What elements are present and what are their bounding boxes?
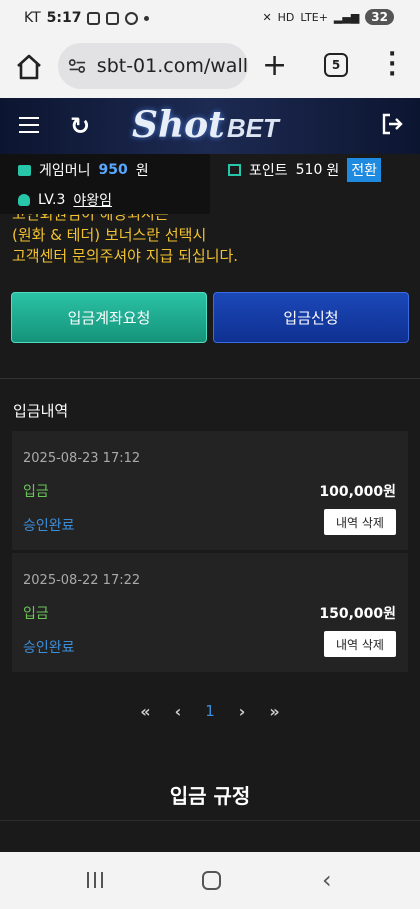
record-type: 입금 <box>23 484 49 500</box>
history-record: 2025-08-23 17:12 입금 100,000원 승인완료 내역 삭제 <box>12 431 408 551</box>
user-nickname[interactable]: 야왕임 <box>73 190 112 210</box>
current-page[interactable]: 1 <box>205 702 215 720</box>
gift-icon <box>228 164 241 176</box>
game-money-value: 950 <box>98 162 128 178</box>
request-account-button[interactable]: 입금계좌요청 <box>11 292 207 343</box>
wallet-icon <box>18 164 31 176</box>
deposit-actions: 입금계좌요청 입금신청 <box>0 290 420 345</box>
notice-line: 고인회원님이 해당되시는 <box>12 214 169 223</box>
record-status: 승인완료 <box>23 518 75 534</box>
status-bar: KT 5:17 ✕ HD LTE+ ▂▄▆ 32 <box>0 0 420 38</box>
user-level: LV.3 <box>38 192 66 208</box>
url-field[interactable]: sbt-01.com/wall <box>58 43 248 89</box>
site-header: ↻ Shot BET <box>0 98 420 154</box>
history-record: 2025-08-22 17:22 입금 150,000원 승인완료 내역 삭제 <box>12 553 408 673</box>
record-amount: 100,000원 <box>319 484 396 500</box>
message-icon <box>125 11 139 25</box>
request-deposit-button[interactable]: 입금신청 <box>213 292 409 343</box>
clock-label: 5:17 <box>46 10 82 26</box>
point-unit: 원 <box>326 163 340 179</box>
signal-icon: ▂▄▆ <box>333 10 360 24</box>
notice-line: (원화 & 테더) 보너스란 선택시 <box>12 226 207 244</box>
game-money-unit: 원 <box>135 163 149 179</box>
points: 포인트 510 원 전환 <box>210 154 420 186</box>
home-button-icon[interactable] <box>202 871 221 890</box>
site-settings-icon[interactable] <box>68 57 87 75</box>
point-value: 510 <box>295 162 323 178</box>
hd-icon: HD <box>277 10 295 24</box>
point-label: 포인트 <box>249 163 288 179</box>
delete-record-button[interactable]: 내역 삭제 <box>324 509 396 535</box>
game-money-label: 게임머니 <box>39 163 91 179</box>
record-date: 2025-08-22 17:22 <box>23 573 141 588</box>
history-title: 입금내역 <box>13 402 69 420</box>
home-icon[interactable] <box>14 52 44 82</box>
notification-icon <box>87 11 101 25</box>
bonus-notice: 고인회원님이 해당되시는 (원화 & 테더) 보너스란 선택시 고객센터 문의주… <box>0 214 420 280</box>
recent-apps-icon[interactable] <box>87 872 103 888</box>
mute-icon: ✕ <box>262 10 272 24</box>
rules-title: 입금 규정 <box>169 784 251 808</box>
network-label: LTE+ <box>300 10 328 24</box>
logout-icon[interactable] <box>380 112 404 136</box>
record-amount: 150,000원 <box>319 606 396 622</box>
logo-sub: BET <box>226 113 279 143</box>
tabs-icon[interactable]: 5 <box>324 53 348 77</box>
plus-icon[interactable]: + <box>262 48 287 83</box>
record-type: 입금 <box>23 606 49 622</box>
first-page-icon[interactable]: « <box>140 702 150 721</box>
more-notifications-icon <box>144 15 150 21</box>
delete-record-button[interactable]: 내역 삭제 <box>324 631 396 657</box>
record-status: 승인완료 <box>23 640 75 656</box>
prev-page-icon[interactable]: ‹ <box>175 702 182 721</box>
battery-indicator: 32 <box>365 9 394 25</box>
browser-toolbar: sbt-01.com/wall + 5 · · · <box>0 38 420 98</box>
record-date: 2025-08-23 17:12 <box>23 451 141 466</box>
menu-icon[interactable] <box>19 117 39 133</box>
last-page-icon[interactable]: » <box>269 702 279 721</box>
next-page-icon[interactable]: › <box>239 702 246 721</box>
url-text: sbt-01.com/wall <box>96 55 248 77</box>
notice-line: 고객센터 문의주셔야 지급 되십니다. <box>12 247 239 265</box>
user-level-row: LV.3 야왕임 <box>0 186 210 214</box>
divider <box>0 820 420 821</box>
carrier-label: KT <box>24 10 41 26</box>
system-nav-bar: ‹ <box>0 852 420 909</box>
user-icon <box>18 194 30 206</box>
logo-main: Shot <box>132 104 225 146</box>
back-icon[interactable]: ‹ <box>322 866 332 894</box>
pagination: « ‹ 1 › » <box>0 700 420 722</box>
more-icon[interactable]: · · · <box>388 44 396 86</box>
account-info-bar: 게임머니 950 원 포인트 510 원 전환 <box>0 154 420 186</box>
convert-button[interactable]: 전환 <box>347 158 382 182</box>
logo[interactable]: Shot BET <box>132 104 279 148</box>
divider <box>0 378 420 379</box>
game-money: 게임머니 950 원 <box>0 154 210 186</box>
refresh-icon[interactable]: ↻ <box>70 112 90 140</box>
screenshot-icon <box>106 11 120 25</box>
